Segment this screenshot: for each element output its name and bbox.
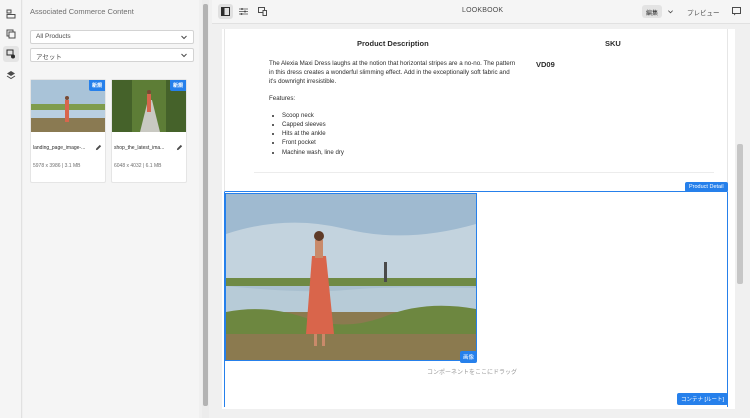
new-badge: 新規 (88, 80, 105, 91)
asset-meta: 6048 x 4032 | 6.1 MB (114, 163, 162, 169)
product-filter-value: All Products (36, 33, 71, 40)
sku-value: VD09 (536, 60, 555, 69)
assets-icon[interactable] (3, 26, 19, 42)
canvas-scrollbar[interactable] (736, 24, 744, 418)
lookbook-image (226, 194, 476, 360)
edit-pencil-icon[interactable] (176, 144, 183, 151)
asset-filename: shop_the_latest_ima... (114, 145, 165, 151)
asset-panel: Associated Commerce Content All Products… (23, 0, 199, 418)
panel-scrollbar[interactable] (202, 0, 209, 418)
list-item: Front pocket (282, 138, 344, 147)
product-detail-label[interactable]: Product Detail (685, 182, 728, 192)
divider (254, 172, 714, 173)
components-icon[interactable] (3, 6, 19, 22)
list-item: Scoop neck (282, 111, 344, 120)
product-description-heading: Product Description (357, 39, 429, 48)
canvas-scroll-thumb[interactable] (737, 144, 743, 284)
page-title: LOOKBOOK (462, 7, 504, 14)
chevron-down-icon (181, 35, 187, 40)
panel-scroll-thumb[interactable] (203, 4, 208, 406)
asset-filename: landing_page_image-... (33, 145, 86, 151)
asset-type-select[interactable]: アセット (30, 48, 194, 62)
asset-meta: 5978 x 3986 | 3.1 MB (33, 163, 81, 169)
image-component[interactable] (225, 193, 477, 361)
asset-type-value: アセット (36, 54, 62, 61)
features-label: Features: (269, 95, 296, 102)
layers-icon[interactable] (3, 67, 19, 83)
list-item: Hits at the ankle (282, 129, 344, 138)
chevron-down-icon (181, 53, 187, 58)
asset-thumbnail: 新規 (112, 80, 186, 132)
page-properties-icon[interactable] (236, 4, 251, 19)
asset-card[interactable]: 新規 landing_page_image-... 5978 x 3986 | … (30, 79, 106, 183)
side-rail (0, 0, 22, 418)
editor-toolbar: LOOKBOOK 編集 プレビュー (212, 0, 750, 24)
features-list: Scoop neck Capped sleeves Hits at the an… (282, 111, 344, 157)
new-badge: 新規 (169, 80, 186, 91)
product-filter-select[interactable]: All Products (30, 30, 194, 44)
annotations-icon[interactable] (729, 4, 744, 19)
asset-card[interactable]: 新規 shop_the_latest_ima... 6048 x 4032 | … (111, 79, 187, 183)
list-item: Capped sleeves (282, 120, 344, 129)
image-label[interactable]: 画像 (460, 351, 478, 363)
panel-title: Associated Commerce Content (30, 7, 134, 16)
asset-thumbnail: 新規 (31, 80, 105, 132)
container-root-label[interactable]: コンテナ [ルート] (677, 393, 729, 405)
edit-mode-button[interactable]: 編集 (642, 5, 663, 18)
sku-heading: SKU (605, 39, 621, 48)
list-item: Machine wash, line dry (282, 148, 344, 157)
preview-button[interactable]: プレビュー (687, 7, 720, 17)
editor-app: Associated Commerce Content All Products… (0, 0, 750, 418)
drop-zone-placeholder[interactable]: コンポーネントをここにドラッグ (427, 367, 517, 376)
chevron-down-icon[interactable] (667, 8, 674, 15)
toggle-side-panel-icon[interactable] (218, 4, 233, 19)
edit-pencil-icon[interactable] (95, 144, 102, 151)
product-description-text: The Alexia Maxi Dress laughs at the noti… (269, 60, 516, 85)
commerce-icon[interactable] (3, 46, 19, 62)
emulator-icon[interactable] (255, 4, 270, 19)
page-canvas: Product Description SKU The Alexia Maxi … (222, 29, 735, 409)
